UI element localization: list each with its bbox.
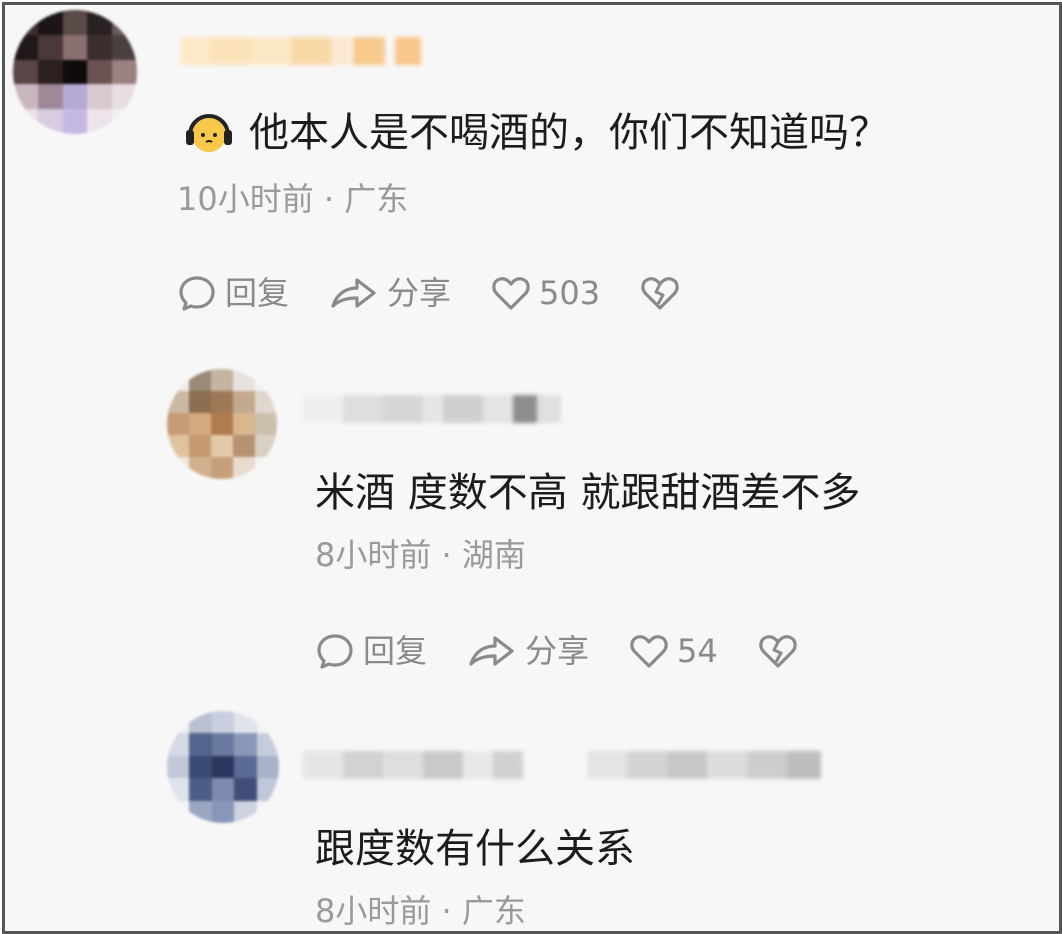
share-button[interactable]: 分享	[467, 631, 589, 671]
reply-button[interactable]: 回复	[177, 273, 289, 313]
emoji-headphones-icon	[183, 111, 235, 155]
share-button[interactable]: 分享	[329, 273, 451, 313]
broken-heart-icon	[759, 635, 797, 668]
like-count: 503	[539, 274, 601, 312]
comment-top-level: 他本人是不喝酒的，你们不知道吗？ 10小时前 · 广东 回复 分享 503	[5, 5, 1059, 345]
heart-icon	[630, 635, 668, 668]
comment-meta: 10小时前 · 广东	[177, 180, 409, 218]
username-blurred[interactable]	[303, 751, 823, 779]
comment-text: 米酒 度数不高 就跟甜酒差不多	[315, 470, 861, 516]
reply-bubble-icon	[179, 276, 215, 311]
comment-actions: 回复 分享 503	[177, 273, 728, 313]
reply-bubble-icon	[317, 634, 353, 669]
comment-meta: 8小时前 · 广东	[315, 892, 526, 930]
comment-reply: 跟度数有什么关系 8小时前 · 广东	[5, 705, 1059, 931]
share-arrow-icon	[331, 278, 376, 308]
comment-reply: 米酒 度数不高 就跟甜酒差不多 8小时前 · 湖南 回复 分享 54	[5, 345, 1059, 705]
avatar[interactable]	[13, 10, 137, 134]
comment-text-row: 他本人是不喝酒的，你们不知道吗？	[183, 109, 889, 157]
comment-text: 跟度数有什么关系	[315, 826, 635, 872]
comment-screenshot-frame: 他本人是不喝酒的，你们不知道吗？ 10小时前 · 广东 回复 分享 503 米酒…	[2, 2, 1062, 934]
comment-meta: 8小时前 · 湖南	[315, 536, 526, 574]
like-button[interactable]: 503	[491, 273, 600, 313]
share-label: 分享	[387, 274, 452, 312]
share-label: 分享	[525, 632, 590, 670]
like-count: 54	[677, 632, 718, 670]
avatar[interactable]	[167, 711, 279, 823]
heart-icon	[492, 277, 530, 310]
comment-text: 他本人是不喝酒的，你们不知道吗？	[249, 110, 889, 156]
like-button[interactable]: 54	[629, 631, 718, 671]
dislike-button[interactable]	[640, 273, 688, 313]
avatar[interactable]	[167, 369, 277, 479]
share-arrow-icon	[469, 636, 514, 666]
comment-actions: 回复 分享 54	[315, 631, 846, 671]
broken-heart-icon	[641, 277, 679, 310]
reply-label: 回复	[225, 274, 290, 312]
dislike-button[interactable]	[758, 631, 806, 671]
username-blurred[interactable]	[181, 37, 451, 65]
reply-button[interactable]: 回复	[315, 631, 427, 671]
username-blurred[interactable]	[303, 395, 565, 423]
reply-label: 回复	[363, 632, 428, 670]
